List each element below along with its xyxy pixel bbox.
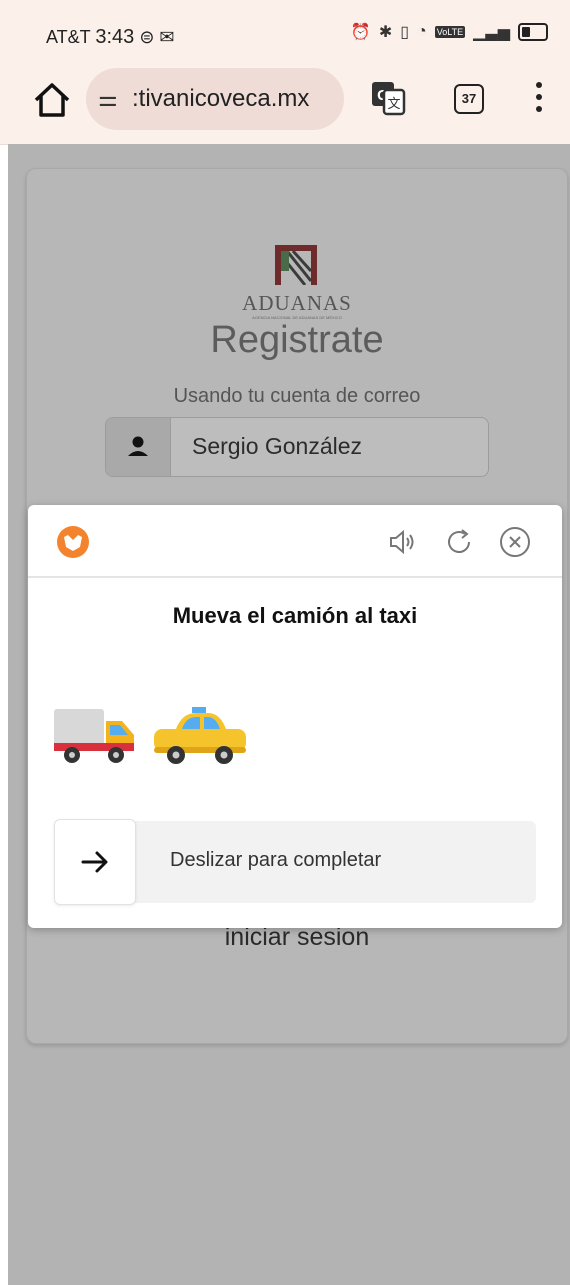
logo-text: ADUANAS (242, 291, 352, 315)
carrier-label: AT&T (46, 27, 91, 47)
tab-switcher-button[interactable]: 37 (454, 84, 484, 114)
volte-badge: VoLTE (434, 26, 466, 38)
clock: 3:43 (95, 26, 135, 48)
truck-icon[interactable] (52, 703, 138, 769)
name-field[interactable]: Sergio González (105, 417, 489, 477)
url-text[interactable]: :tivanicoveca.mx (132, 85, 309, 113)
site-settings-icon[interactable]: ⚌ (98, 86, 118, 112)
name-input-value[interactable]: Sergio González (192, 433, 362, 460)
captcha-instruction: Mueva el camión al taxi (172, 603, 418, 628)
status-carrier-time: AT&T 3:43 ⊜ ✉ (46, 26, 174, 49)
arrow-right-icon (81, 851, 108, 873)
bluetooth-icon: ✱ (378, 24, 393, 41)
svg-text:文: 文 (387, 96, 400, 111)
alarm-icon: ⏰ (350, 24, 371, 41)
wifi-icon: ◔ (417, 23, 427, 40)
page-title: Registrate (210, 319, 384, 361)
battery-icon (518, 23, 548, 41)
captcha-dialog: Mueva el camión al taxi Deslizar para co… (28, 505, 562, 928)
home-icon[interactable] (30, 78, 74, 122)
more-menu-icon[interactable] (534, 82, 544, 118)
user-icon (106, 418, 171, 476)
fox-logo-icon (57, 526, 89, 558)
close-icon[interactable] (498, 525, 532, 559)
slider-handle[interactable] (54, 819, 136, 905)
vibrate-icon: ▯ (400, 24, 410, 41)
notification-icons: ⊜ ✉ (139, 27, 175, 47)
aduanas-logo-icon (275, 245, 317, 285)
browser-toolbar: ⚌ :tivanicoveca.mx G 文 37 (0, 58, 570, 145)
audio-icon[interactable] (386, 525, 420, 559)
status-icons: ⏰ ✱ ▯ ◔ VoLTE ▁▃▅ (351, 22, 548, 42)
address-bar[interactable]: ⚌ :tivanicoveca.mx (86, 68, 344, 130)
taxi-icon[interactable] (150, 705, 250, 771)
slider-label: Deslizar para completar (170, 849, 382, 871)
status-bar: AT&T 3:43 ⊜ ✉ ⏰ ✱ ▯ ◔ VoLTE ▁▃▅ (0, 0, 570, 58)
refresh-icon[interactable] (442, 525, 476, 559)
page-subtitle: Usando tu cuenta de correo (173, 385, 421, 407)
captcha-header (28, 505, 562, 578)
signal-icon: ▁▃▅ (473, 24, 510, 41)
translate-icon[interactable]: G 文 (370, 80, 406, 116)
slide-to-complete-track[interactable]: Deslizar para completar (54, 819, 536, 905)
